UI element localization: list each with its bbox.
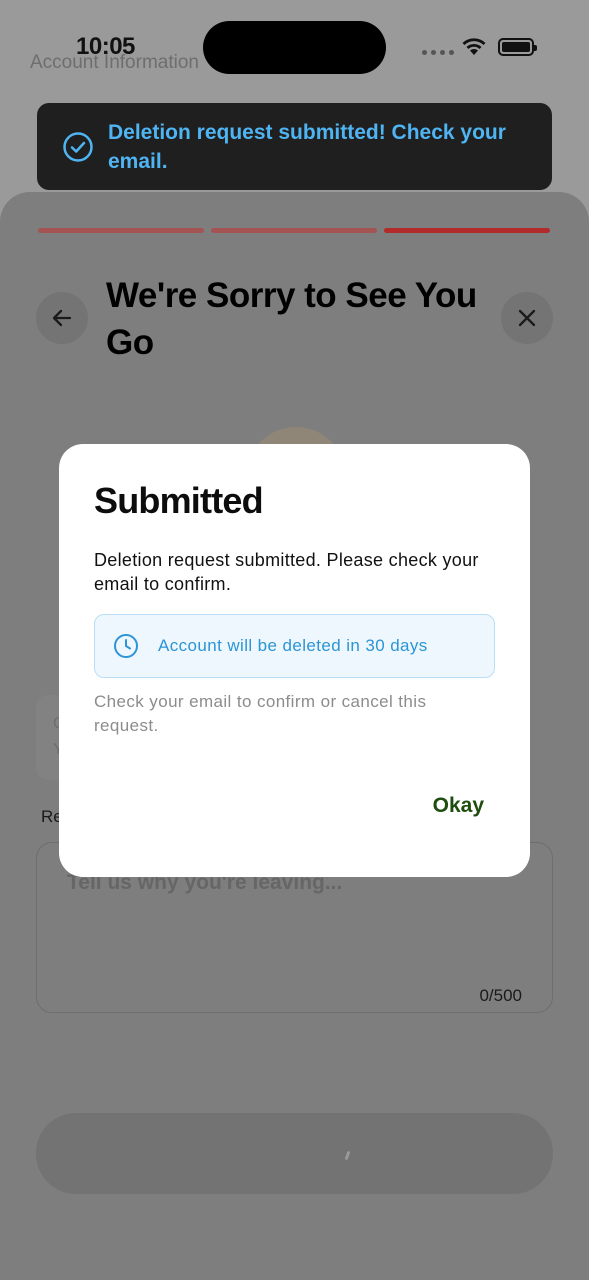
arrow-left-icon [52, 309, 72, 327]
wifi-icon [462, 38, 486, 55]
success-toast: Deletion request submitted! Check your e… [37, 103, 552, 190]
progress-step-1 [38, 228, 204, 233]
dialog-note: Check your email to confirm or cancel th… [94, 692, 427, 735]
clock-icon [114, 634, 138, 658]
step-progress [38, 228, 550, 233]
battery-icon [498, 38, 537, 56]
close-icon [518, 309, 536, 327]
submit-button[interactable] [36, 1113, 553, 1194]
back-button[interactable] [36, 292, 88, 344]
progress-step-3 [384, 228, 550, 233]
dynamic-island [203, 21, 386, 74]
loading-spinner-icon [344, 1150, 351, 1161]
signal-dots-icon [422, 50, 454, 55]
status-time: 10:05 [76, 33, 135, 60]
close-button[interactable] [501, 292, 553, 344]
okay-button[interactable]: Okay [433, 794, 484, 818]
progress-step-2 [211, 228, 377, 233]
check-circle-icon [63, 131, 93, 162]
deletion-info-box: Account will be deleted in 30 days [94, 614, 495, 678]
char-counter: 0/500 [479, 986, 522, 1005]
submitted-dialog: Submitted Deletion request submitted. Pl… [59, 444, 530, 877]
dialog-message: Deletion request submitted. Please check… [94, 550, 479, 594]
dialog-title: Submitted [94, 480, 264, 521]
deletion-info-text: Account will be deleted in 30 days [158, 636, 428, 655]
toast-message: Deletion request submitted! Check your e… [108, 120, 506, 173]
sheet-title: We're Sorry to See You Go [106, 276, 477, 362]
